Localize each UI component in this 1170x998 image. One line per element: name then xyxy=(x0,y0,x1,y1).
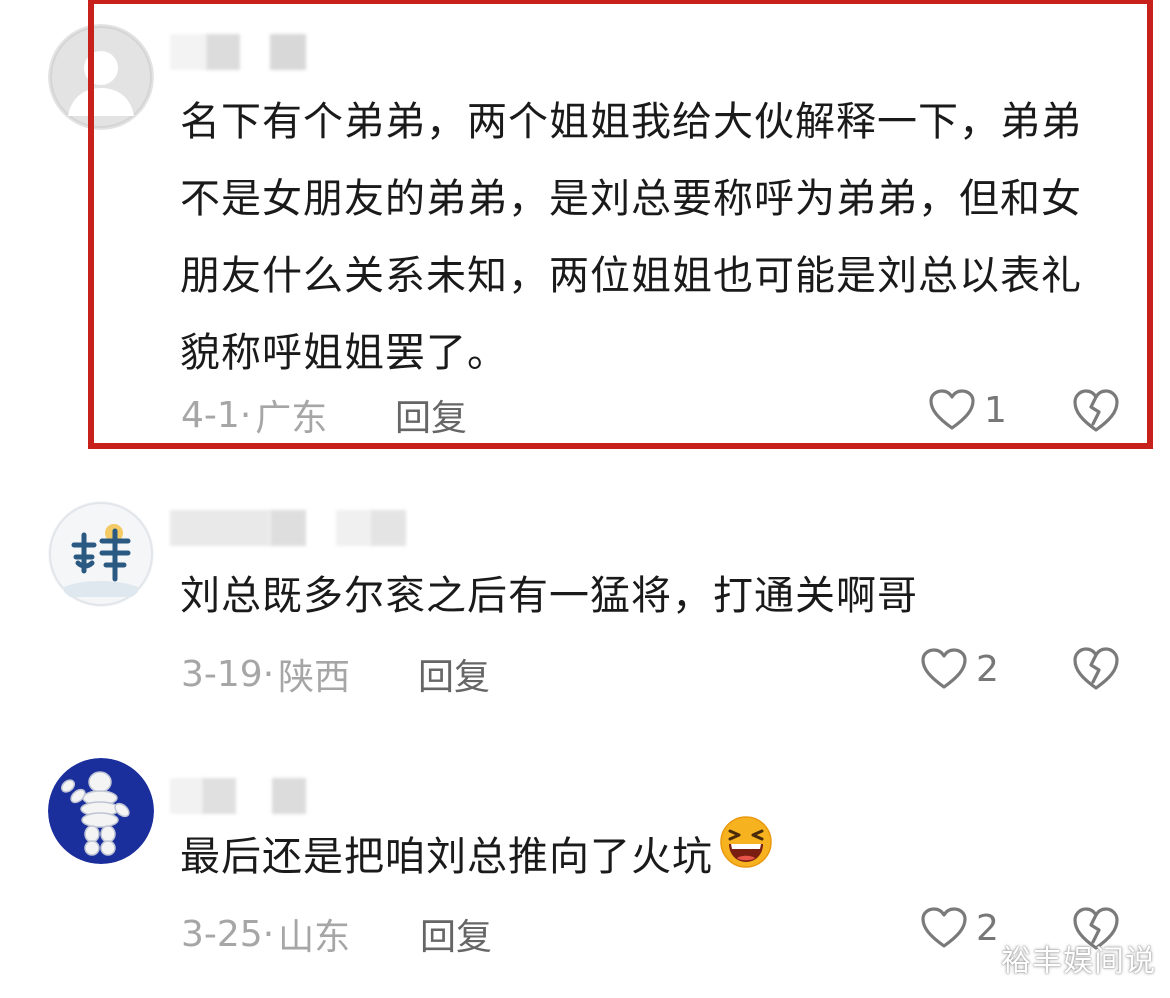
dislike-button[interactable] xyxy=(1072,388,1120,438)
laughing-squint-emoji xyxy=(717,815,775,895)
dislike-button[interactable] xyxy=(1072,646,1120,696)
reply-button[interactable]: 回复 xyxy=(418,648,490,700)
username-redacted[interactable] xyxy=(170,34,306,70)
watermark: 裕丰娱间说 xyxy=(1001,944,1156,979)
comment-date: 3-19 xyxy=(181,653,263,695)
like-button[interactable]: 2 xyxy=(920,647,999,691)
avatar[interactable] xyxy=(48,501,154,607)
avatar[interactable] xyxy=(48,24,154,130)
michelin-man-avatar xyxy=(48,758,154,864)
avatar[interactable] xyxy=(48,758,154,864)
heart-outline-icon xyxy=(921,648,967,689)
username-redacted[interactable] xyxy=(170,510,406,546)
heart-outline-icon xyxy=(929,389,975,430)
meta-separator: · xyxy=(262,913,275,955)
comment-region: 陕西 xyxy=(278,657,351,698)
comment-text-content: 最后还是把咱刘总推向了火坑 xyxy=(180,834,713,880)
meta-separator: · xyxy=(239,394,252,436)
like-count: 2 xyxy=(976,648,999,690)
reply-button[interactable]: 回复 xyxy=(395,389,467,441)
comment-text: 刘总既多尔衮之后有一猛将，打通关啊哥 xyxy=(180,573,918,619)
like-button[interactable]: 1 xyxy=(928,388,1007,432)
comment-meta: 3-25 · 山东 xyxy=(181,908,350,960)
comment-text: 最后还是把咱刘总推向了火坑 xyxy=(180,816,1110,896)
default-avatar-icon xyxy=(48,24,154,130)
username-redacted[interactable] xyxy=(170,778,306,814)
comment-meta: 4-1 · 广东 xyxy=(181,389,327,441)
comment-item: 最后还是把咱刘总推向了火坑 3-25 · 山东 回复 2 xyxy=(0,740,1170,998)
comment-region: 广东 xyxy=(255,398,328,439)
meta-separator: · xyxy=(262,653,275,695)
comment-item: 刘总既多尔衮之后有一猛将，打通关啊哥 3-19 · 陕西 回复 2 xyxy=(0,480,1170,730)
reply-button[interactable]: 回复 xyxy=(420,908,492,960)
like-count: 2 xyxy=(976,907,999,949)
comment-item: 名下有个弟弟，两个姐姐我给大伙解释一下，弟弟不是女朋友的弟弟，是刘总要称呼为弟弟… xyxy=(0,0,1170,470)
like-count: 1 xyxy=(984,389,1007,431)
broken-heart-icon xyxy=(1073,647,1119,690)
calligraphy-logo-avatar xyxy=(48,501,154,607)
like-button[interactable]: 2 xyxy=(920,906,999,950)
comment-text: 名下有个弟弟，两个姐姐我给大伙解释一下，弟弟不是女朋友的弟弟，是刘总要称呼为弟弟… xyxy=(180,99,1082,376)
heart-outline-icon xyxy=(921,907,967,948)
broken-heart-icon xyxy=(1073,389,1119,432)
comment-date: 4-1 xyxy=(181,394,240,436)
comment-meta: 3-19 · 陕西 xyxy=(181,648,350,700)
comment-date: 3-25 xyxy=(181,913,263,955)
comment-region: 山东 xyxy=(278,917,351,958)
